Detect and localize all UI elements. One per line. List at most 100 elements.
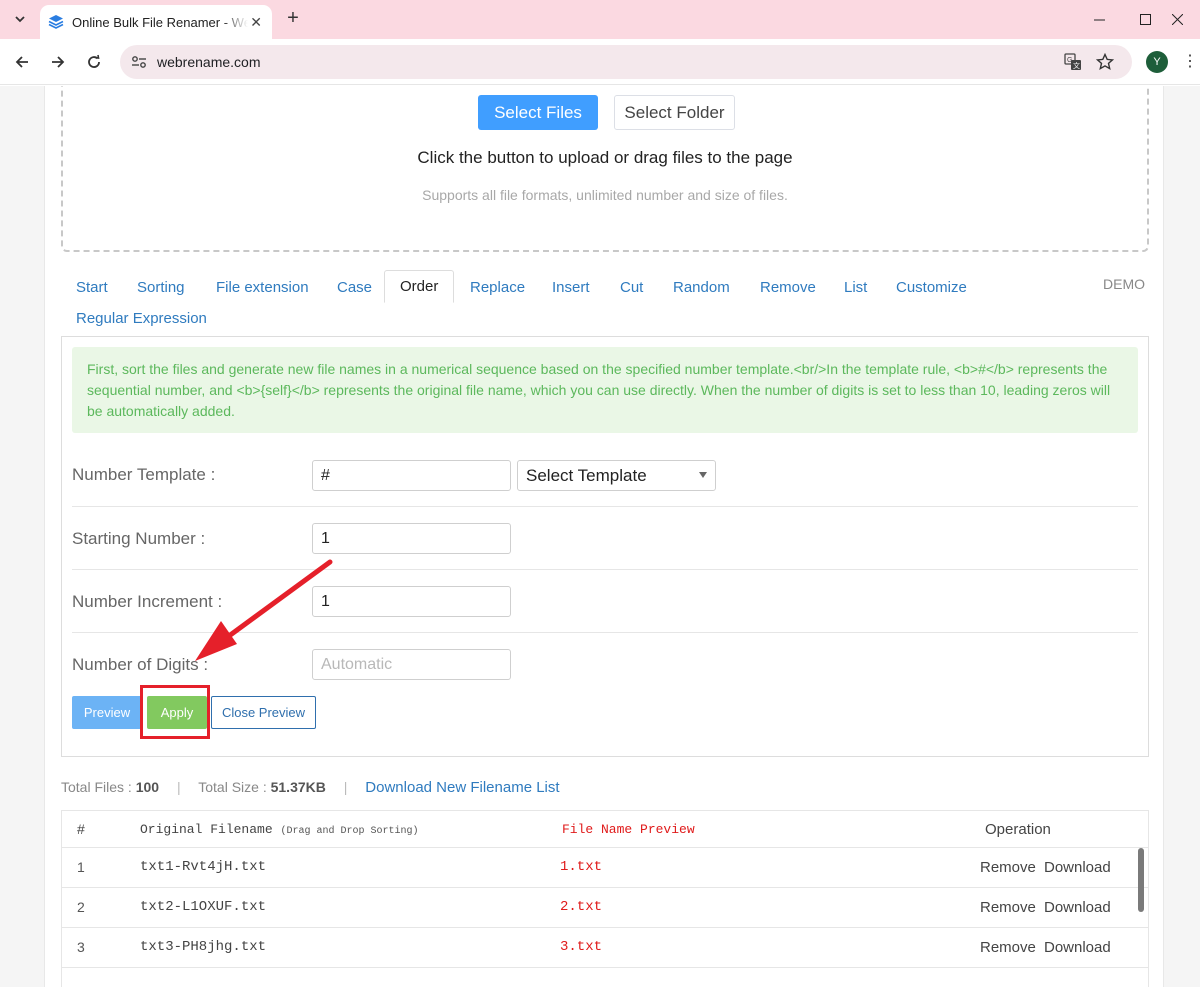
- select-template-label: Select Template: [526, 465, 647, 485]
- number-template-input[interactable]: [312, 460, 511, 491]
- table-scrollbar[interactable]: [1138, 848, 1144, 987]
- row-preview-filename: 3.txt: [560, 939, 603, 955]
- file-table: # Original Filename (Drag and Drop Sorti…: [61, 810, 1149, 987]
- site-info-icon[interactable]: [130, 53, 148, 71]
- starting-number-input[interactable]: [312, 523, 511, 554]
- row-index: 3: [77, 939, 85, 955]
- browser-tabstrip: Online Bulk File Renamer - Webrename ✕ +: [0, 0, 1200, 39]
- more-menu-icon[interactable]: ⋮: [1182, 51, 1198, 73]
- layers-icon: [48, 14, 64, 30]
- main-card: Select Files Select Folder Click the but…: [44, 86, 1164, 987]
- browser-tab[interactable]: Online Bulk File Renamer - Webrename ✕: [40, 5, 272, 39]
- table-row[interactable]: 1 txt1-Rvt4jH.txt 1.txt Remove Download: [62, 848, 1148, 888]
- number-template-row: Number Template : Select Template: [72, 444, 1138, 507]
- row-remove-link[interactable]: Remove: [980, 899, 1036, 916]
- number-increment-input[interactable]: [312, 586, 511, 617]
- row-remove-link[interactable]: Remove: [980, 939, 1036, 956]
- header-operation: Operation: [985, 821, 1051, 838]
- tab-start[interactable]: Start: [61, 272, 123, 303]
- url-text: webrename.com: [157, 54, 261, 70]
- tab-title: Online Bulk File Renamer - Webrename: [72, 14, 249, 30]
- upload-support-note: Supports all file formats, unlimited num…: [422, 187, 788, 203]
- row-download-link[interactable]: Download: [1044, 899, 1111, 916]
- svg-text:文: 文: [1073, 61, 1080, 70]
- header-original-label: Original Filename: [140, 822, 273, 837]
- starting-number-label: Starting Number :: [72, 529, 206, 548]
- tab-list[interactable]: List: [829, 272, 882, 303]
- table-header: # Original Filename (Drag and Drop Sorti…: [62, 811, 1148, 848]
- file-stats: Total Files : 100 | Total Size : 51.37KB…: [61, 779, 560, 796]
- bookmark-star-icon[interactable]: [1095, 52, 1115, 72]
- tab-replace[interactable]: Replace: [455, 272, 540, 303]
- row-original-filename: txt2-L1OXUF.txt: [140, 899, 267, 915]
- order-panel: First, sort the files and generate new f…: [61, 336, 1149, 757]
- row-remove-link[interactable]: Remove: [980, 859, 1036, 876]
- number-of-digits-row: Number of Digits :: [72, 633, 1138, 696]
- row-preview-filename: 1.txt: [560, 859, 603, 875]
- header-original-filename: Original Filename (Drag and Drop Sorting…: [140, 822, 418, 837]
- reload-icon[interactable]: [81, 49, 107, 75]
- tab-order[interactable]: Order: [384, 270, 455, 303]
- translate-icon[interactable]: G文: [1063, 52, 1083, 72]
- stats-separator: |: [176, 779, 181, 795]
- number-of-digits-input[interactable]: [312, 649, 511, 680]
- apply-button[interactable]: Apply: [147, 696, 207, 729]
- row-original-filename: txt3-PH8jhg.txt: [140, 939, 267, 955]
- profile-avatar[interactable]: Y: [1146, 51, 1168, 73]
- page-viewport: Select Files Select Folder Click the but…: [0, 86, 1200, 987]
- header-index: #: [77, 821, 85, 837]
- tab-insert[interactable]: Insert: [537, 272, 605, 303]
- number-increment-label: Number Increment :: [72, 592, 223, 611]
- tab-search-button[interactable]: [8, 7, 32, 31]
- table-row[interactable]: 3 txt3-PH8jhg.txt 3.txt Remove Download: [62, 928, 1148, 968]
- tab-close-icon[interactable]: ✕: [248, 14, 264, 31]
- dropdown-caret-icon: [699, 472, 707, 478]
- stats-separator: |: [343, 779, 348, 795]
- chevron-down-icon: [15, 16, 25, 23]
- total-size-label: Total Size :: [198, 779, 267, 795]
- starting-number-row: Starting Number :: [72, 507, 1138, 570]
- header-original-hint: (Drag and Drop Sorting): [280, 826, 419, 837]
- total-files-value: 100: [135, 779, 160, 795]
- address-bar[interactable]: webrename.com G文: [120, 45, 1132, 79]
- download-filename-list-link[interactable]: Download New Filename List: [365, 779, 559, 796]
- row-original-filename: txt1-Rvt4jH.txt: [140, 859, 267, 875]
- demo-label: DEMO: [1103, 276, 1145, 292]
- table-row[interactable]: 2 txt2-L1OXUF.txt 2.txt Remove Download: [62, 888, 1148, 928]
- number-of-digits-label: Number of Digits :: [72, 655, 209, 674]
- svg-text:G: G: [1067, 57, 1072, 64]
- window-close-icon[interactable]: [1154, 0, 1200, 39]
- tab-regular-expression[interactable]: Regular Expression: [61, 303, 222, 334]
- upload-instructions: Click the button to upload or drag files…: [417, 148, 793, 167]
- select-files-button[interactable]: Select Files: [478, 95, 598, 130]
- tab-remove[interactable]: Remove: [745, 272, 831, 303]
- scroll-thumb[interactable]: [1138, 848, 1144, 912]
- operation-tabs: Start Sorting File extension Case Order …: [61, 270, 1149, 344]
- tab-random[interactable]: Random: [658, 272, 745, 303]
- browser-toolbar: webrename.com G文 Y ⋮: [0, 39, 1200, 85]
- row-download-link[interactable]: Download: [1044, 859, 1111, 876]
- upload-dropzone[interactable]: Select Files Select Folder Click the but…: [61, 86, 1149, 252]
- number-template-label: Number Template :: [72, 465, 216, 484]
- order-description: First, sort the files and generate new f…: [72, 347, 1138, 433]
- header-file-name-preview: File Name Preview: [562, 822, 695, 837]
- row-index: 1: [77, 859, 85, 875]
- tab-file-extension[interactable]: File extension: [201, 272, 324, 303]
- new-tab-icon[interactable]: +: [282, 8, 304, 30]
- tab-customize[interactable]: Customize: [881, 272, 982, 303]
- select-folder-button[interactable]: Select Folder: [614, 95, 735, 130]
- total-files-label: Total Files :: [61, 779, 132, 795]
- row-index: 2: [77, 899, 85, 915]
- tab-cut[interactable]: Cut: [605, 272, 658, 303]
- forward-arrow-icon[interactable]: [45, 49, 71, 75]
- back-arrow-icon[interactable]: [9, 49, 35, 75]
- tab-sorting[interactable]: Sorting: [122, 272, 200, 303]
- minimize-icon[interactable]: [1076, 0, 1122, 39]
- tab-case[interactable]: Case: [322, 272, 387, 303]
- row-download-link[interactable]: Download: [1044, 939, 1111, 956]
- number-increment-row: Number Increment :: [72, 570, 1138, 633]
- close-preview-button[interactable]: Close Preview: [211, 696, 316, 729]
- select-template-dropdown[interactable]: Select Template: [517, 460, 716, 491]
- row-preview-filename: 2.txt: [560, 899, 603, 915]
- preview-button[interactable]: Preview: [72, 696, 142, 729]
